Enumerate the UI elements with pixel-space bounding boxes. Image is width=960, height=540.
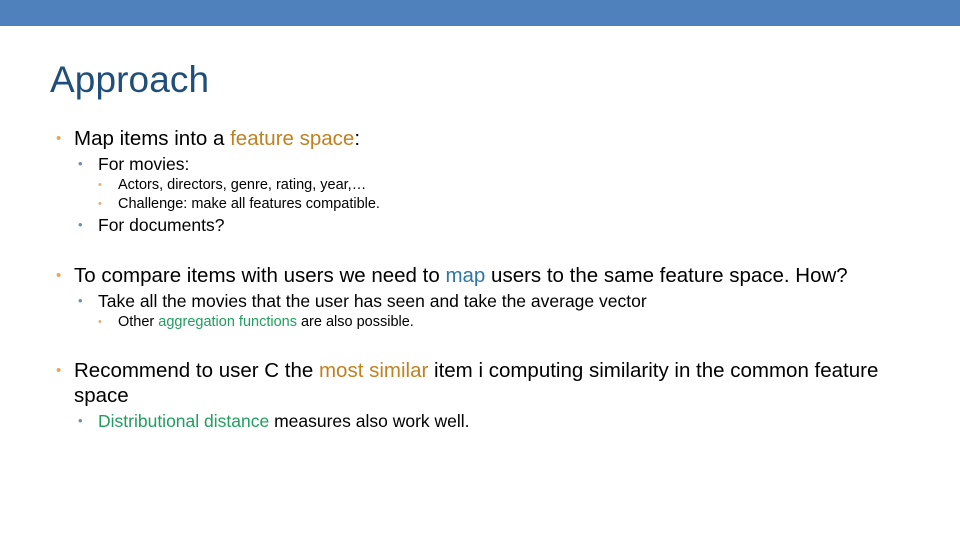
bullet-text-pre: Map items into a [74,127,231,150]
bullet-map-items: • Map items into a feature space: [50,126,930,151]
bullet-text-post: : [354,127,361,150]
bullet-text: Take all the movies that the user has se… [98,291,647,311]
highlight-map: map [445,264,486,287]
bullet-for-documents: • For documents? [50,214,930,236]
bullet-text: Distributional distance measures also wo… [98,410,930,432]
bullet-text: Challenge: make all features compatible. [118,196,380,212]
highlight-distributional-distance: Distributional distance [98,411,270,431]
bullet-text-post: measures also work well. [269,411,470,431]
bullet-marker-level3: • [98,316,102,328]
bullet-text: Other aggregation functions are also pos… [118,313,930,332]
bullet-marker-level1: • [56,267,62,284]
bullet-marker-level2: • [78,217,83,232]
page-title: Approach [50,59,210,100]
slide-body: • Map items into a feature space: • For … [50,126,930,433]
bullet-text: To compare items with users we need to m… [74,263,930,288]
bullet-actors-directors: • Actors, directors, genre, rating, year… [50,176,930,195]
bullet-group-1: • Map items into a feature space: • For … [50,126,930,236]
bullet-recommend-most-similar: • Recommend to user C the most similar i… [50,358,930,408]
bullet-marker-level2: • [78,413,83,428]
highlight-feature-space: feature space [230,127,355,150]
bullet-text: Recommend to user C the most similar ite… [74,358,930,408]
bullet-distributional-distance: • Distributional distance measures also … [50,410,930,432]
bullet-text: For documents? [98,215,225,235]
bullet-text: Actors, directors, genre, rating, year,… [118,177,367,193]
bullet-marker-level1: • [56,362,62,379]
bullet-marker-level2: • [78,156,83,171]
bullet-text-post: are also possible. [296,314,414,330]
bullet-other-aggregation-functions: • Other aggregation functions are also p… [50,313,930,332]
header-accent-bar [0,0,960,26]
bullet-text: For movies: [98,154,190,174]
bullet-take-average-vector: • Take all the movies that the user has … [50,290,930,312]
bullet-compare-items-users: • To compare items with users we need to… [50,263,930,288]
highlight-aggregation-functions: aggregation functions [158,314,297,330]
bullet-text-pre: Recommend to user C the [74,359,319,382]
bullet-text-post: users to the same feature space. How? [485,264,848,287]
highlight-most-similar: most similar [318,359,429,382]
bullet-marker-level2: • [78,293,83,308]
bullet-marker-level3: • [98,198,102,210]
bullet-text-pre: Other [118,314,159,330]
bullet-text: Map items into a feature space: [74,126,930,151]
bullet-challenge-compatible: • Challenge: make all features compatibl… [50,195,930,214]
bullet-marker-level3: • [98,179,102,191]
bullet-marker-level1: • [56,130,62,147]
bullet-for-movies: • For movies: [50,153,930,175]
bullet-group-2: • To compare items with users we need to… [50,263,930,332]
bullet-text-pre: To compare items with users we need to [74,264,446,287]
bullet-group-3: • Recommend to user C the most similar i… [50,358,930,432]
